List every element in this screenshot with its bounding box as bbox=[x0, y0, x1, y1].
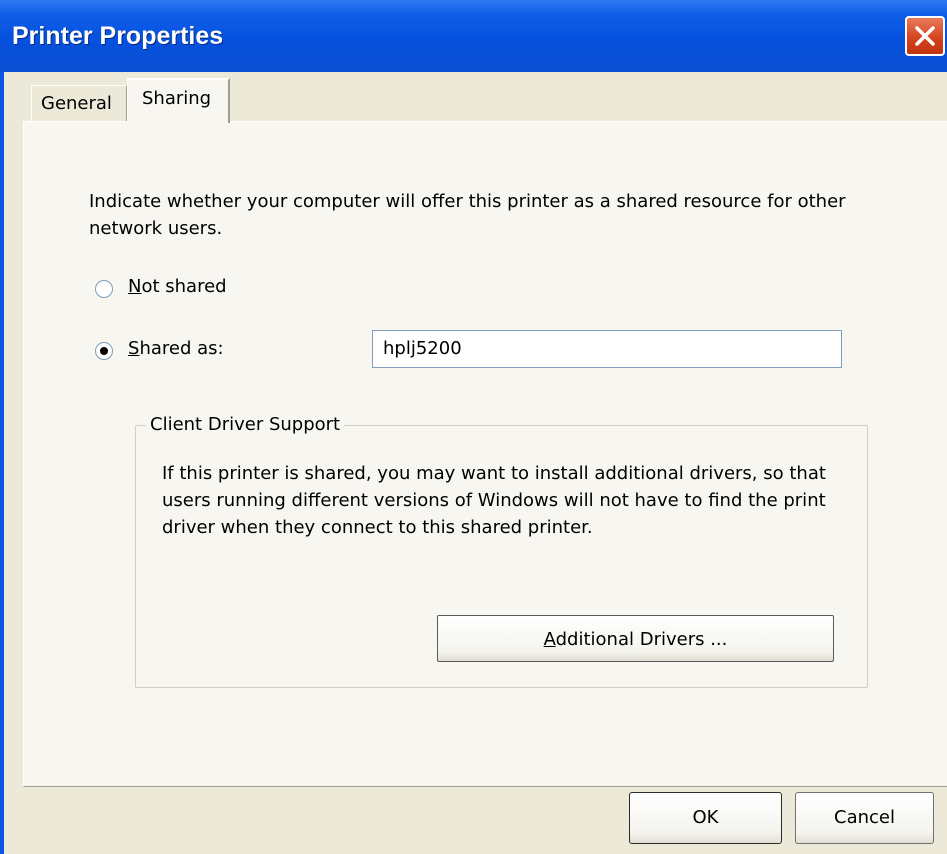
cancel-button[interactable]: Cancel bbox=[795, 792, 934, 844]
shared-as-accelerator: S bbox=[128, 338, 140, 359]
title-bar[interactable]: Printer Properties bbox=[0, 0, 947, 72]
share-name-input[interactable]: hplj5200 bbox=[372, 330, 842, 368]
additional-drivers-button[interactable]: Additional Drivers ... bbox=[437, 615, 834, 662]
close-icon bbox=[915, 26, 935, 46]
sharing-intro-text: Indicate whether your computer will offe… bbox=[89, 191, 846, 239]
client-driver-support-title: Client Driver Support bbox=[146, 414, 345, 435]
additional-drivers-accelerator: A bbox=[543, 629, 556, 650]
client-driver-support-text: If this printer is shared, you may want … bbox=[162, 463, 826, 538]
tab-general-label: General bbox=[41, 93, 112, 114]
close-button[interactable] bbox=[905, 16, 945, 56]
not-shared-label-rest: ot shared bbox=[141, 276, 227, 297]
window-title: Printer Properties bbox=[12, 22, 224, 50]
shared-as-label-rest: hared as: bbox=[139, 338, 224, 359]
tab-general[interactable]: General bbox=[31, 85, 127, 121]
not-shared-label: Not shared bbox=[128, 276, 227, 297]
tab-sharing[interactable]: Sharing bbox=[127, 78, 230, 123]
additional-drivers-label: dditional Drivers ... bbox=[555, 629, 728, 650]
ok-button[interactable]: OK bbox=[629, 792, 782, 844]
not-shared-accelerator: N bbox=[128, 276, 142, 297]
tab-sharing-label: Sharing bbox=[142, 88, 212, 109]
dialog-window: Printer Properties General Sharing Indic… bbox=[0, 0, 947, 854]
shared-as-label: Shared as: bbox=[128, 338, 224, 359]
not-shared-radio[interactable] bbox=[95, 280, 113, 298]
shared-as-radio[interactable] bbox=[95, 342, 113, 360]
